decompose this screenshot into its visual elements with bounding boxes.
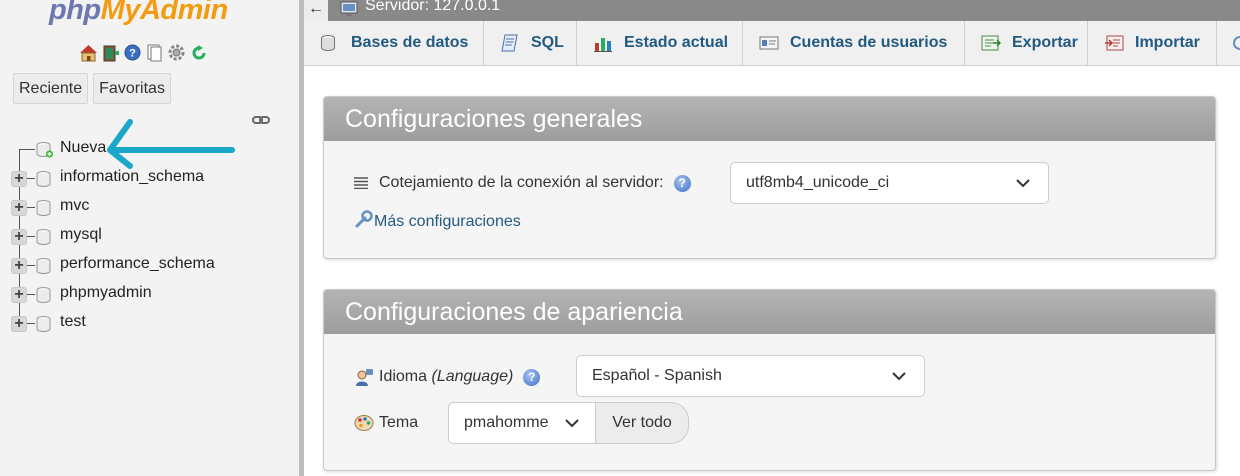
main-content: Configuraciones generales Cotejamiento d… <box>304 66 1240 476</box>
logo-myadmin-text: MyAdmin <box>100 0 229 26</box>
tab-label: Cuentas de usuarios <box>790 34 948 51</box>
tree-item-mysql[interactable]: + mysql <box>0 221 300 250</box>
tree-item-label[interactable]: information_schema <box>60 168 204 186</box>
expand-icon[interactable]: + <box>11 171 27 187</box>
language-row-label: Idioma (Language) ? <box>354 367 541 387</box>
tab-label: Exportar <box>1012 34 1078 51</box>
tree-item-label[interactable]: test <box>60 313 86 331</box>
docs-icon[interactable] <box>145 43 164 62</box>
tree-item-test[interactable]: + test <box>0 308 300 337</box>
phpmyadmin-logo[interactable]: phpMyAdmin <box>49 0 228 27</box>
exit-icon[interactable] <box>101 43 120 62</box>
tab-import[interactable]: Importar <box>1088 21 1217 65</box>
settings-icon[interactable] <box>167 43 186 62</box>
home-icon[interactable] <box>79 43 98 62</box>
status-icon <box>593 33 613 53</box>
chevron-down-icon <box>565 419 579 428</box>
tab-label: Bases de datos <box>351 34 469 51</box>
tab-more[interactable] <box>1217 21 1240 65</box>
import-icon <box>1104 33 1124 53</box>
tab-label: Estado actual <box>624 34 729 51</box>
recent-favorites-tabs: Reciente Favoritas <box>13 73 171 104</box>
language-selected-value: Español - Spanish <box>592 367 722 384</box>
server-icon <box>340 1 358 22</box>
link-icon[interactable] <box>252 113 270 131</box>
help-icon[interactable]: ? <box>673 174 691 192</box>
tree-item-label[interactable]: Nueva <box>60 139 106 157</box>
collation-row-label: Cotejamiento de la conexión al servidor:… <box>354 174 691 192</box>
general-settings-panel: Configuraciones generales Cotejamiento d… <box>323 96 1216 259</box>
tab-sql[interactable]: SQL <box>484 21 577 65</box>
favorites-tab[interactable]: Favoritas <box>93 73 171 104</box>
server-breadcrumb-bar: ← Servidor: 127.0.0.1 <box>304 0 1240 21</box>
settings-icon <box>1231 33 1240 53</box>
new-database-icon <box>35 141 55 164</box>
theme-select[interactable]: pmahomme <box>448 402 596 444</box>
theme-control-group: pmahomme Ver todo <box>448 402 689 444</box>
language-icon <box>354 367 374 387</box>
reload-icon[interactable] <box>189 43 208 62</box>
collapse-panel-button[interactable]: ← <box>304 0 328 21</box>
collation-selected-value: utf8mb4_unicode_ci <box>746 174 890 191</box>
language-label-english: (Language) <box>431 368 514 385</box>
expand-icon[interactable]: + <box>11 287 27 303</box>
tree-item-label[interactable]: phpmyadmin <box>60 284 152 302</box>
tab-label: Importar <box>1135 34 1200 51</box>
list-icon <box>354 177 374 189</box>
nav-icon-bar: ? <box>79 43 208 62</box>
server-breadcrumb-link[interactable]: Servidor: 127.0.0.1 <box>365 0 500 15</box>
tab-user-accounts[interactable]: Cuentas de usuarios <box>743 21 965 65</box>
tree-item-mvc[interactable]: + mvc <box>0 192 300 221</box>
users-icon <box>759 33 779 53</box>
tree-connector <box>19 149 35 150</box>
palette-icon <box>354 414 374 432</box>
database-icon <box>35 170 53 193</box>
theme-row-label: Tema <box>354 414 418 432</box>
database-icon <box>320 33 340 53</box>
help-icon[interactable]: ? <box>123 43 142 62</box>
database-icon <box>35 228 53 251</box>
theme-selected-value: pmahomme <box>464 414 549 431</box>
panel-title: Configuraciones generales <box>324 97 1215 141</box>
tab-export[interactable]: Exportar <box>965 21 1088 65</box>
theme-label: Tema <box>379 414 419 431</box>
database-icon <box>35 286 53 309</box>
sql-icon <box>500 33 520 53</box>
chevron-down-icon <box>1016 179 1030 188</box>
navigation-panel: phpMyAdmin ? Reciente Favoritas Nueva + … <box>0 0 300 476</box>
tree-item-performance-schema[interactable]: + performance_schema <box>0 250 300 279</box>
expand-icon[interactable]: + <box>11 229 27 245</box>
collation-select[interactable]: utf8mb4_unicode_ci <box>730 162 1049 204</box>
view-all-themes-button[interactable]: Ver todo <box>596 402 689 444</box>
database-icon <box>35 315 53 338</box>
database-icon <box>35 199 53 222</box>
language-label: Idioma <box>379 368 428 385</box>
annotation-arrow <box>107 119 235 169</box>
recent-tab[interactable]: Reciente <box>13 73 89 104</box>
expand-icon[interactable]: + <box>11 258 27 274</box>
tab-label: SQL <box>531 34 564 51</box>
wrench-icon <box>354 209 374 234</box>
database-icon <box>35 257 53 280</box>
main-menu-tabs: Bases de datos SQL Estado actual Cuentas… <box>304 21 1240 66</box>
appearance-settings-panel: Configuraciones de apariencia Idioma (La… <box>323 289 1216 471</box>
expand-icon[interactable]: + <box>11 200 27 216</box>
panel-title: Configuraciones de apariencia <box>324 290 1215 334</box>
tree-item-label[interactable]: mvc <box>60 197 89 215</box>
tab-databases[interactable]: Bases de datos <box>304 21 484 65</box>
help-icon[interactable]: ? <box>523 368 541 386</box>
logo-php-text: php <box>49 0 101 26</box>
more-settings-label: Más configuraciones <box>374 212 521 230</box>
tree-item-phpmyadmin[interactable]: + phpmyadmin <box>0 279 300 308</box>
export-icon <box>981 33 1001 53</box>
language-select[interactable]: Español - Spanish <box>576 355 925 397</box>
svg-text:?: ? <box>129 48 136 60</box>
more-settings-link[interactable]: Más configuraciones <box>354 209 521 234</box>
expand-icon[interactable]: + <box>11 316 27 332</box>
tree-item-label[interactable]: performance_schema <box>60 255 215 273</box>
tree-item-label[interactable]: mysql <box>60 226 102 244</box>
collation-label: Cotejamiento de la conexión al servidor: <box>379 174 664 191</box>
tab-status[interactable]: Estado actual <box>577 21 743 65</box>
chevron-down-icon <box>892 372 906 381</box>
